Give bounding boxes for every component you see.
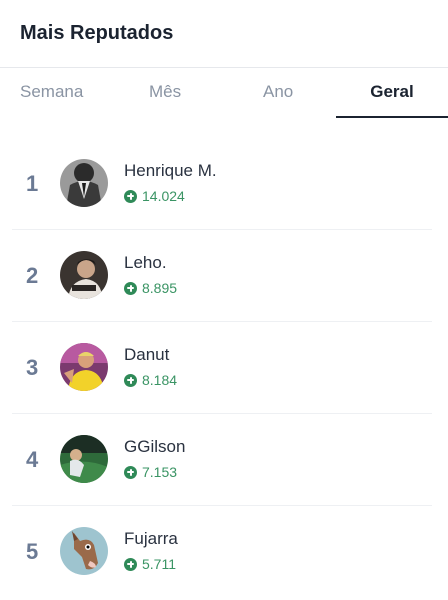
reputation-score: 8.184 (124, 371, 177, 389)
avatar-field-icon[interactable] (60, 435, 108, 483)
leaderboard-row[interactable]: 4 GGilson 7.153 (12, 414, 432, 506)
tab-mes[interactable]: Mês (149, 68, 181, 118)
reputation-score: 14.024 (124, 187, 185, 205)
leaderboard-row[interactable]: 1 Henrique M. 14.024 (12, 138, 432, 230)
panel-title: Mais Reputados (20, 22, 174, 44)
avatar-player-icon[interactable] (60, 343, 108, 391)
tab-geral[interactable]: Geral (336, 68, 448, 118)
user-name[interactable]: Henrique M. (124, 160, 217, 182)
rank-number: 2 (26, 263, 39, 288)
user-name[interactable]: Fujarra (124, 528, 178, 550)
score-value: 14.024 (142, 188, 185, 204)
plus-circle-icon (124, 189, 137, 203)
user-name[interactable]: Danut (124, 344, 169, 366)
rank-number: 3 (26, 355, 39, 380)
leaderboard-row[interactable]: 2 Leho. 8.895 (12, 230, 432, 322)
plus-circle-icon (124, 281, 137, 295)
avatar-horse-icon[interactable] (60, 527, 108, 575)
reputation-score: 5.711 (124, 555, 176, 573)
user-name[interactable]: Leho. (124, 252, 167, 274)
leaderboard-row[interactable]: 5 Fujarra 5.711 (12, 506, 432, 597)
score-value: 7.153 (142, 464, 178, 480)
tab-ano[interactable]: Ano (263, 68, 293, 118)
tab-semana[interactable]: Semana (20, 68, 83, 118)
score-value: 5.711 (142, 556, 176, 572)
plus-circle-icon (124, 465, 137, 479)
plus-circle-icon (124, 557, 137, 571)
plus-circle-icon (124, 373, 137, 387)
reputation-score: 8.895 (124, 279, 177, 297)
panel-header: Mais Reputados (0, 0, 448, 68)
reputation-score: 7.153 (124, 463, 177, 481)
rank-number: 1 (26, 171, 39, 196)
score-value: 8.895 (142, 280, 178, 296)
leaderboard-list: 1 Henrique M. 14.024 2 Leho. 8.895 3 Dan… (0, 138, 448, 597)
leaderboard-row[interactable]: 3 Danut 8.184 (12, 322, 432, 414)
period-tabs: Semana Mês Ano Geral (0, 68, 448, 118)
avatar-suit-icon[interactable] (60, 159, 108, 207)
rank-number: 5 (26, 539, 39, 564)
score-value: 8.184 (142, 372, 178, 388)
user-name[interactable]: GGilson (124, 436, 185, 458)
avatar-person-icon[interactable] (60, 251, 108, 299)
rank-number: 4 (26, 447, 39, 472)
